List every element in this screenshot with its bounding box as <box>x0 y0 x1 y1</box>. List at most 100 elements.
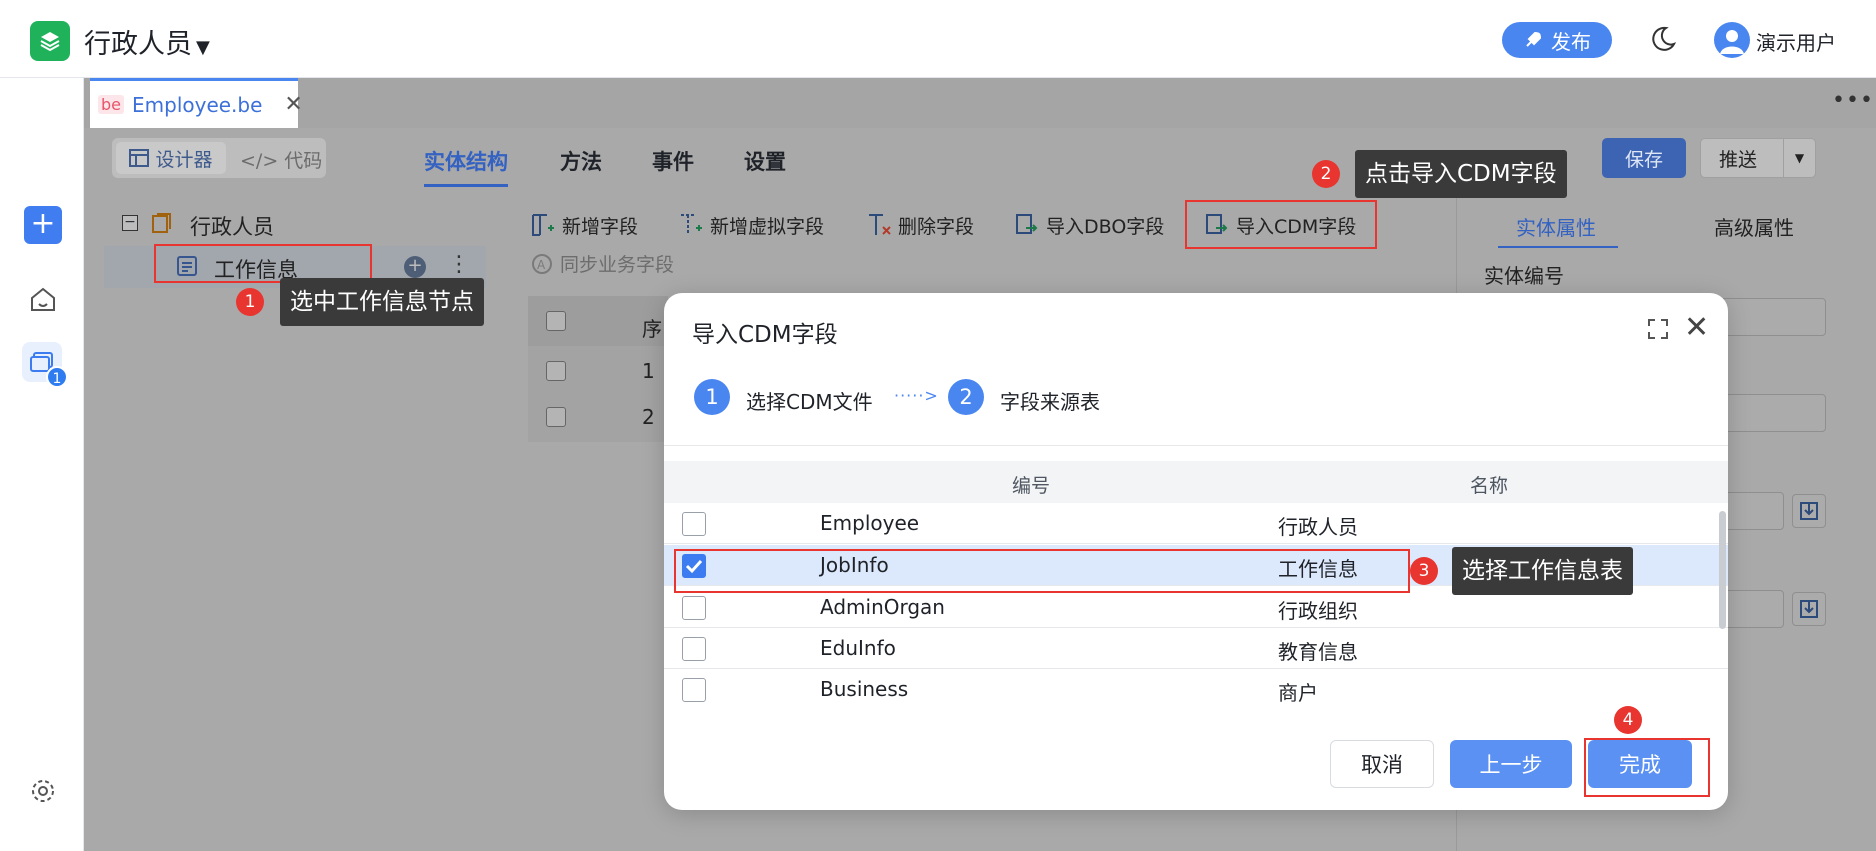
add-field-button[interactable]: 新增字段 <box>530 210 638 240</box>
tab-methods[interactable]: 方法 <box>560 146 602 176</box>
add-icon[interactable]: + <box>24 206 62 244</box>
divider <box>664 445 1728 446</box>
step-1-label: 选择CDM文件 <box>746 390 873 414</box>
rail-badge: 1 <box>46 366 68 388</box>
sync-icon: A <box>532 253 552 274</box>
left-rail: + <box>0 78 84 851</box>
more-options-icon[interactable]: ••• <box>1832 88 1874 113</box>
column-header-name: 名称 <box>1470 475 1509 497</box>
import-dbo-icon <box>1016 214 1038 234</box>
entity-code-label: 实体编号 <box>1484 264 1564 288</box>
cell-name: 行政人员 <box>1278 515 1358 539</box>
table-row[interactable]: Business 商户 <box>664 669 1728 710</box>
push-label: 推送 <box>1719 148 1758 171</box>
add-field-icon <box>532 214 554 236</box>
grid-row-seq: 2 <box>642 405 655 429</box>
save-button[interactable]: 保存 <box>1602 138 1686 178</box>
avatar[interactable] <box>1714 22 1750 58</box>
cell-code: EduInfo <box>820 636 896 660</box>
row-checkbox[interactable] <box>682 512 706 536</box>
import-dbo-label: 导入DBO字段 <box>1046 215 1165 238</box>
step-arrow: ·····> <box>894 386 939 405</box>
add-field-label: 新增字段 <box>562 215 639 238</box>
publish-label: 发布 <box>1551 29 1591 54</box>
table-header <box>664 461 1728 503</box>
add-child-icon[interactable]: + <box>404 256 426 278</box>
step-2-label: 字段来源表 <box>1000 390 1100 414</box>
file-tab-bar <box>84 78 1876 128</box>
pick-icon[interactable] <box>1792 592 1826 626</box>
tab-advanced-properties[interactable]: 高级属性 <box>1714 212 1794 241</box>
annotation-tip-2: 点击导入CDM字段 <box>1355 150 1567 198</box>
active-tab-underline <box>424 184 508 187</box>
moon-icon[interactable] <box>1648 24 1678 54</box>
top-bar: 行政人员 ▼ 发布 演示用户 <box>0 0 1876 78</box>
app-title: 行政人员 <box>84 29 192 60</box>
annotation-num-4: 4 <box>1614 706 1642 734</box>
file-tab-name: Employee.be <box>132 92 263 117</box>
annotation-tip-1: 选中工作信息节点 <box>280 278 484 326</box>
tab-entity-properties[interactable]: 实体属性 <box>1516 212 1596 241</box>
app-title-dropdown[interactable]: 行政人员 ▼ <box>84 22 210 61</box>
designer-label: 设计器 <box>155 148 213 171</box>
grid-row-seq: 1 <box>642 359 655 383</box>
previous-step-button[interactable]: 上一步 <box>1450 740 1572 788</box>
add-virtual-field-button[interactable]: 新增虚拟字段 <box>678 210 824 240</box>
cell-name: 行政组织 <box>1278 599 1358 623</box>
push-button[interactable]: 推送 ▼ <box>1700 138 1816 178</box>
collapse-icon[interactable]: − <box>122 215 138 231</box>
cancel-button[interactable]: 取消 <box>1330 740 1434 788</box>
user-name[interactable]: 演示用户 <box>1756 27 1836 56</box>
delete-field-label: 删除字段 <box>898 215 975 238</box>
delete-field-button[interactable]: 删除字段 <box>866 210 974 240</box>
pick-icon[interactable] <box>1792 494 1826 528</box>
import-dbo-button[interactable]: 导入DBO字段 <box>1014 210 1164 240</box>
table-row[interactable]: Employee 行政人员 <box>664 503 1728 544</box>
grid-col-seq: 序 <box>642 317 662 341</box>
close-tab-icon[interactable]: ✕ <box>284 92 302 117</box>
cell-code: AdminOrgan <box>820 595 945 619</box>
close-dialog-icon[interactable]: ✕ <box>1684 313 1709 343</box>
tree-root-label[interactable]: 行政人员 <box>190 211 274 241</box>
kebab-menu-icon[interactable]: ⋮ <box>448 252 470 277</box>
app-logo-icon[interactable] <box>30 21 70 61</box>
grid-row-checkbox[interactable] <box>546 407 566 427</box>
row-checkbox[interactable] <box>682 596 706 620</box>
layout-icon <box>129 149 150 167</box>
settings-gear-icon[interactable] <box>28 776 58 806</box>
file-tab[interactable]: be Employee.be ✕ <box>90 78 303 128</box>
delete-field-icon <box>869 214 891 235</box>
code-label: 代码 <box>284 150 323 172</box>
add-virtual-field-label: 新增虚拟字段 <box>710 215 825 238</box>
home-icon[interactable] <box>28 284 58 314</box>
annotation-tip-3: 选择工作信息表 <box>1452 547 1633 595</box>
column-header-code: 编号 <box>1012 475 1051 497</box>
code-toggle-button[interactable]: </> 代码 <box>240 146 322 173</box>
designer-toggle-button[interactable]: 设计器 <box>116 142 226 174</box>
be-file-tag: be <box>98 95 124 114</box>
properties-tab-underline <box>1498 246 1618 248</box>
table-row[interactable]: EduInfo 教育信息 <box>664 628 1728 669</box>
grid-row-checkbox[interactable] <box>546 361 566 381</box>
sync-fields-button[interactable]: A 同步业务字段 <box>530 250 674 277</box>
publish-button[interactable]: 发布 <box>1502 22 1612 58</box>
expand-icon[interactable] <box>1646 317 1670 341</box>
annotation-box-4 <box>1584 738 1710 797</box>
entity-icon <box>152 213 171 233</box>
table-scrollbar[interactable] <box>1719 511 1726 629</box>
cell-code: Business <box>820 677 909 701</box>
code-icon: </> <box>240 150 279 172</box>
annotation-num-1: 1 <box>236 288 264 316</box>
step-1-circle: 1 <box>694 379 730 415</box>
annotation-box-3 <box>674 549 1410 593</box>
cell-name: 教育信息 <box>1278 640 1358 664</box>
grid-select-all-checkbox[interactable] <box>546 311 566 331</box>
tab-entity-structure[interactable]: 实体结构 <box>424 146 508 176</box>
annotation-box-2 <box>1185 200 1377 249</box>
tab-settings[interactable]: 设置 <box>744 146 786 176</box>
row-checkbox[interactable] <box>682 678 706 702</box>
tab-events[interactable]: 事件 <box>652 146 694 176</box>
push-dropdown-icon[interactable]: ▼ <box>1783 139 1815 177</box>
row-checkbox[interactable] <box>682 637 706 661</box>
cell-name: 商户 <box>1278 681 1318 705</box>
